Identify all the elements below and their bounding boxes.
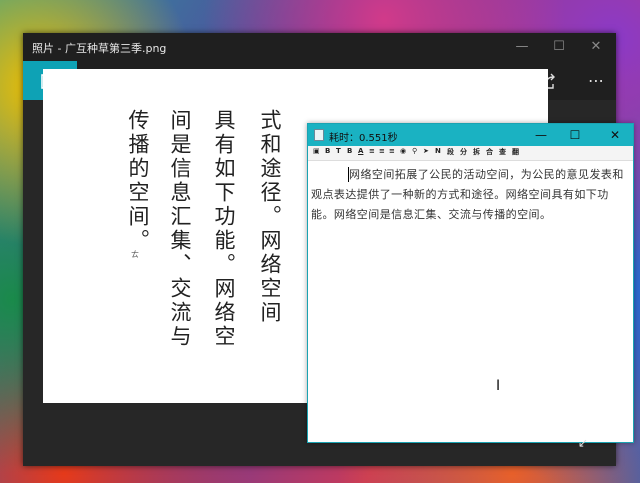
- palette-icon[interactable]: ◉: [400, 147, 406, 155]
- save-icon[interactable]: ▣: [313, 147, 320, 155]
- maximize-icon[interactable]: ☐: [548, 37, 570, 57]
- text-caret: [348, 167, 349, 182]
- image-text-column: 具有如下功能。网络空: [212, 109, 236, 349]
- toolbar-merge[interactable]: 合: [486, 147, 493, 157]
- resize-handle-icon[interactable]: ↙: [578, 436, 588, 450]
- ocr-text-area[interactable]: 网络空间拓展了公民的活动空间，为公民的意见发表和观点表达提供了一种新的方式和途径…: [311, 165, 627, 225]
- image-text-column: 传播的空间。: [126, 109, 150, 253]
- minimize-icon[interactable]: —: [511, 37, 533, 57]
- ocr-titlebar[interactable]: 耗时：0.551秒 — ☐ ✕: [308, 124, 633, 146]
- toolbar-bold[interactable]: B: [325, 147, 330, 155]
- more-icon[interactable]: ⋯: [576, 61, 616, 100]
- toolbar-break[interactable]: 拆: [473, 147, 480, 157]
- search-icon[interactable]: ⚲: [412, 147, 417, 155]
- maximize-icon[interactable]: ☐: [560, 125, 590, 145]
- image-text-column: 式和途径。网络空间: [258, 109, 282, 325]
- toolbar-n[interactable]: N: [435, 147, 441, 155]
- toolbar-find[interactable]: 查: [499, 147, 506, 157]
- toolbar-translate[interactable]: 翻: [512, 147, 519, 157]
- minimize-icon[interactable]: —: [526, 125, 556, 145]
- toolbar-font-color[interactable]: A: [358, 147, 363, 155]
- ocr-result-window: 耗时：0.551秒 — ☐ ✕ ▣ B T B A ≡ ≡ ≡ ◉ ⚲ ➤ N …: [307, 123, 634, 443]
- align-right-icon[interactable]: ≡: [389, 147, 395, 155]
- toolbar-bold-2[interactable]: B: [347, 147, 352, 155]
- close-icon[interactable]: ✕: [600, 125, 630, 145]
- toolbar-text[interactable]: T: [336, 147, 341, 155]
- align-left-icon[interactable]: ≡: [369, 147, 375, 155]
- photos-title: 照片 - 广互种草第三季.png: [32, 42, 167, 55]
- send-icon[interactable]: ➤: [423, 147, 429, 155]
- align-center-icon[interactable]: ≡: [379, 147, 385, 155]
- ibeam-cursor-icon: I: [496, 378, 501, 394]
- notepad-icon: [314, 129, 324, 141]
- close-icon[interactable]: ✕: [585, 37, 607, 57]
- toolbar-paragraph[interactable]: 段: [447, 147, 454, 157]
- image-tiny-mark: ㄊ: [131, 250, 139, 259]
- ocr-toolbar: ▣ B T B A ≡ ≡ ≡ ◉ ⚲ ➤ N 段 分 拆 合 查 翻: [308, 146, 633, 161]
- photos-titlebar[interactable]: 照片 - 广互种草第三季.png — ☐ ✕: [23, 33, 616, 61]
- image-text-column: 间是信息汇集、交流与: [168, 109, 192, 349]
- ocr-title: 耗时：0.551秒: [329, 133, 398, 144]
- toolbar-split[interactable]: 分: [460, 147, 467, 157]
